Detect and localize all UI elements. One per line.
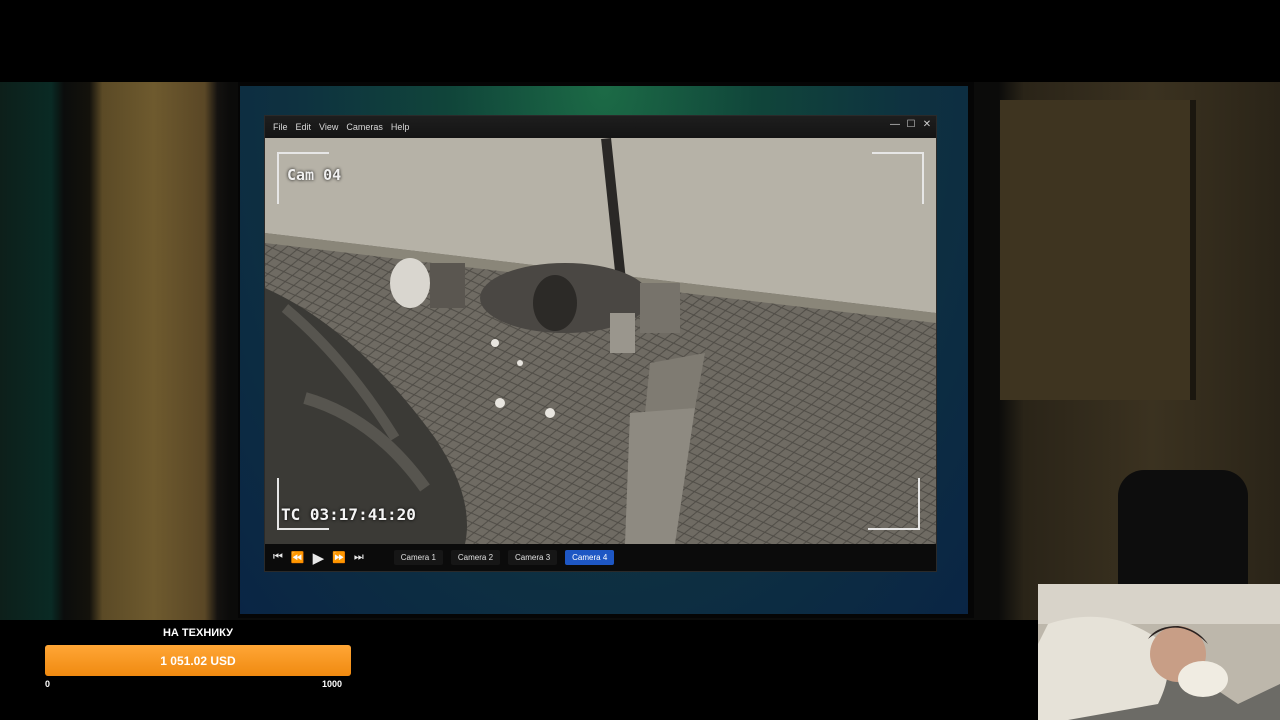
tab-camera-1[interactable]: Camera 1: [393, 550, 443, 565]
menu-help[interactable]: Help: [391, 122, 410, 132]
fast-forward-icon[interactable]: ⏩: [332, 551, 346, 564]
close-icon[interactable]: ✕: [922, 120, 932, 130]
maximize-icon[interactable]: ☐: [906, 120, 916, 130]
donation-max: 1000: [322, 679, 343, 689]
feed-image: [265, 138, 936, 544]
camera-feed: Cam 04 TC 03:17:41:20: [265, 138, 936, 544]
webcam-overlay: [1038, 584, 1280, 720]
timecode: TC 03:17:41:20: [281, 505, 416, 524]
menu-cameras[interactable]: Cameras: [346, 122, 383, 132]
window-controls: — ☐ ✕: [890, 120, 932, 130]
donation-amount: 1 051.02 USD: [160, 653, 236, 668]
donation-progress-bar: 1 051.02 USD: [45, 645, 351, 676]
camera-label: Cam 04: [287, 166, 342, 184]
webcam-image: [1038, 584, 1280, 720]
menu-view[interactable]: View: [319, 122, 338, 132]
menu-bar: File Edit View Cameras Help — ☐ ✕: [265, 116, 936, 138]
minimize-icon[interactable]: —: [890, 120, 900, 130]
skip-back-icon[interactable]: ⏮: [273, 551, 283, 564]
menu-file[interactable]: File: [273, 122, 288, 132]
viewfinder-corner: [872, 152, 924, 204]
donation-goal-title: НА ТЕХНИКУ: [162, 627, 234, 639]
viewfinder-corner: [868, 478, 920, 530]
play-icon[interactable]: ▶: [313, 549, 325, 567]
rewind-icon[interactable]: ⏪: [291, 551, 305, 564]
tab-camera-3[interactable]: Camera 3: [508, 550, 558, 565]
donation-min: 0: [45, 679, 51, 689]
skip-forward-icon[interactable]: ⏭: [354, 551, 364, 564]
wall-picture: [1000, 100, 1196, 400]
tab-camera-4[interactable]: Camera 4: [565, 550, 615, 565]
letterbox-top: [0, 0, 1280, 82]
playback-controls: ⏮ ⏪ ▶ ⏩ ⏭ Camera 1 Camera 2 Camera 3 Cam…: [265, 544, 936, 571]
tab-camera-2[interactable]: Camera 2: [450, 550, 501, 565]
menu-edit[interactable]: Edit: [296, 122, 312, 132]
camera-app-window: File Edit View Cameras Help — ☐ ✕ Cam 04…: [264, 115, 937, 572]
